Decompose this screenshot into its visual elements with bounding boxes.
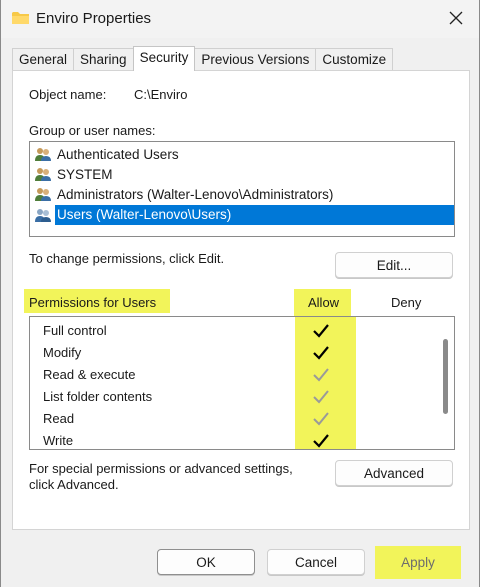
inherited-check-icon [313, 390, 329, 404]
advanced-hint-line2: click Advanced. [29, 477, 119, 492]
apply-button[interactable]: Apply [379, 549, 457, 575]
scroll-thumb[interactable] [443, 339, 448, 414]
permissions-scrollbar[interactable] [437, 317, 454, 449]
cancel-button[interactable]: Cancel [267, 549, 365, 575]
list-item[interactable]: SYSTEM [34, 164, 454, 184]
user-group-icon [35, 148, 51, 161]
check-icon [313, 324, 329, 338]
security-panel: Object name: C:\Enviro Group or user nam… [12, 70, 470, 530]
check-icon [313, 346, 329, 360]
deny-header: Deny [391, 295, 422, 310]
table-row: Write [30, 430, 430, 449]
user-name: SYSTEM [57, 166, 113, 182]
tab-previous-versions[interactable]: Previous Versions [194, 48, 317, 71]
table-row: Full control [30, 320, 430, 342]
close-button[interactable] [433, 0, 479, 36]
folder-icon [12, 12, 29, 24]
user-list[interactable]: Authenticated Users SYSTEM Administrator… [29, 141, 455, 237]
list-item-selected[interactable]: Users (Walter-Lenovo\Users) [34, 205, 454, 225]
user-group-icon [35, 209, 51, 222]
tab-security[interactable]: Security [132, 46, 196, 71]
object-name-value: C:\Enviro [134, 87, 188, 102]
permissions-for-label: Permissions for Users [29, 295, 157, 310]
list-item[interactable]: Authenticated Users [34, 144, 454, 164]
permission-name: Read [43, 411, 75, 426]
change-permissions-hint: To change permissions, click Edit. [29, 251, 225, 266]
user-group-icon [35, 188, 51, 201]
object-name-label: Object name: [29, 87, 107, 102]
dialog-footer: OK Cancel Apply [1, 531, 479, 587]
permission-name: Read & execute [43, 367, 136, 382]
allow-header: Allow [308, 295, 340, 310]
check-icon [313, 434, 329, 448]
ok-button[interactable]: OK [157, 549, 255, 575]
table-row: Read & execute [30, 364, 430, 386]
user-name: Authenticated Users [57, 146, 179, 162]
close-icon [449, 11, 463, 25]
tab-customize[interactable]: Customize [315, 48, 394, 71]
table-row: List folder contents [30, 386, 430, 408]
permission-name: Write [43, 433, 74, 448]
tab-strip: General Sharing Security Previous Versio… [12, 46, 394, 71]
permission-name: List folder contents [43, 389, 153, 404]
user-group-icon [35, 168, 51, 181]
edit-button[interactable]: Edit... [335, 252, 453, 278]
table-row: Modify [30, 342, 430, 364]
user-name: Users (Walter-Lenovo\Users) [55, 205, 454, 225]
permissions-list: Full control Modify Read & execute List … [29, 316, 455, 450]
user-name: Administrators (Walter-Lenovo\Administra… [57, 186, 334, 202]
permission-name: Modify [43, 345, 82, 360]
advanced-hint-line1: For special permissions or advanced sett… [29, 461, 293, 476]
title-bar: Enviro Properties [1, 0, 479, 38]
advanced-button[interactable]: Advanced [335, 460, 453, 486]
group-names-label: Group or user names: [29, 123, 156, 138]
window-title: Enviro Properties [36, 10, 152, 27]
tab-sharing[interactable]: Sharing [73, 48, 134, 71]
tab-general[interactable]: General [12, 48, 75, 71]
inherited-check-icon [313, 368, 329, 382]
table-row: Read [30, 408, 430, 430]
permission-name: Full control [43, 323, 107, 338]
inherited-check-icon [313, 412, 329, 426]
list-item[interactable]: Administrators (Walter-Lenovo\Administra… [34, 184, 454, 204]
properties-dialog: Enviro Properties General Sharing Securi… [0, 0, 480, 587]
